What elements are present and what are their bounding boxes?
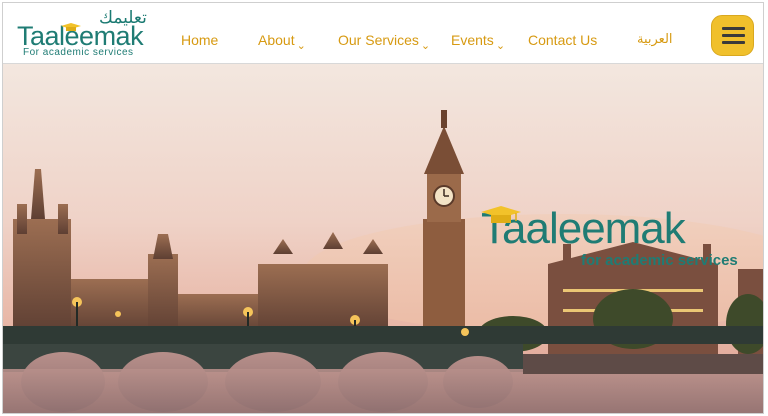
nav-our-services[interactable]: Our Services ⌄ bbox=[338, 32, 430, 52]
chevron-down-icon: ⌄ bbox=[495, 40, 506, 52]
nav-home[interactable]: Home bbox=[181, 32, 218, 48]
graduation-cap-icon bbox=[61, 23, 81, 31]
nav-arabic-language[interactable]: العربية bbox=[637, 32, 673, 47]
nav-contact-us[interactable]: Contact Us bbox=[528, 32, 597, 48]
site-header: تعليمك Taaleemak For academic services H… bbox=[3, 3, 763, 64]
nav-home-label: Home bbox=[181, 32, 219, 48]
nav-events[interactable]: Events ⌄ bbox=[451, 32, 505, 52]
page-frame: تعليمك Taaleemak For academic services H… bbox=[2, 2, 764, 414]
logo-tagline: For academic services bbox=[23, 47, 134, 58]
hero-banner: Taaleemak for academic services bbox=[3, 64, 763, 413]
hamburger-icon bbox=[722, 27, 745, 30]
graduation-cap-icon bbox=[481, 206, 521, 223]
hamburger-icon-bar bbox=[722, 34, 745, 37]
hero-brand-logo: Taaleemak for academic services bbox=[481, 206, 761, 286]
hamburger-icon-bar bbox=[722, 41, 745, 44]
site-logo[interactable]: تعليمك Taaleemak For academic services bbox=[17, 9, 169, 59]
chevron-down-icon: ⌄ bbox=[296, 40, 306, 52]
nav-arabic-label: العربية bbox=[637, 32, 673, 47]
nav-our-services-label: Our Services bbox=[338, 32, 419, 48]
nav-events-label: Events bbox=[451, 32, 494, 48]
nav-about-label: About bbox=[258, 32, 295, 48]
hero-brand-tagline: for academic services bbox=[581, 252, 738, 269]
nav-contact-us-label: Contact Us bbox=[528, 32, 598, 48]
hamburger-menu-button[interactable] bbox=[711, 15, 754, 56]
nav-about[interactable]: About ⌄ bbox=[258, 32, 306, 52]
chevron-down-icon: ⌄ bbox=[420, 40, 431, 52]
